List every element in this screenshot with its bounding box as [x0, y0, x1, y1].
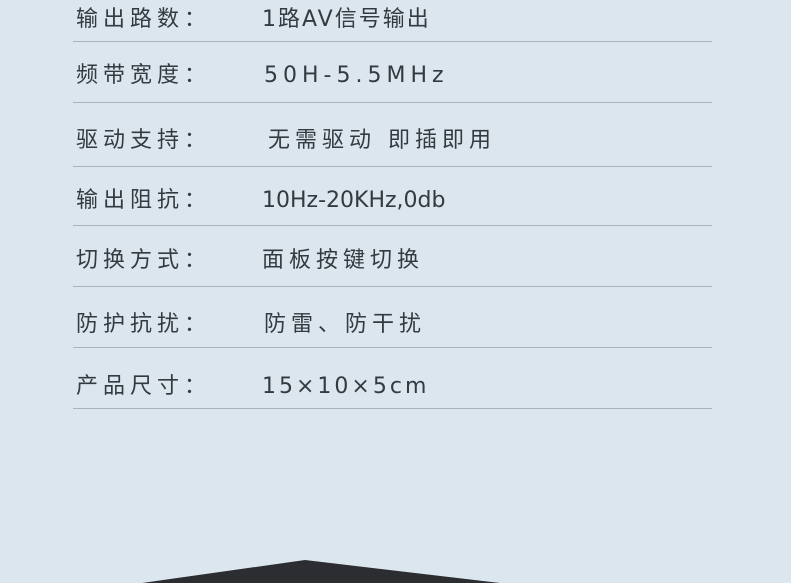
spec-label: 产品尺寸： — [76, 374, 212, 399]
row-divider — [73, 225, 712, 226]
spec-label: 驱动支持： — [76, 128, 212, 153]
row-divider — [73, 102, 712, 103]
row-divider — [73, 166, 712, 167]
spec-label: 防护抗扰： — [76, 312, 212, 337]
spec-value: 防雷、防干扰 — [264, 312, 427, 337]
row-divider — [73, 408, 712, 409]
spec-value: 50H-5.5MHz — [264, 63, 449, 88]
spec-label: 切换方式： — [76, 248, 212, 273]
spec-value: 无需驱动 即插即用 — [268, 128, 496, 153]
spec-value: 10Hz-20KHz,0db — [262, 188, 446, 213]
spec-label: 频带宽度： — [76, 63, 212, 88]
device-top-silhouette — [142, 560, 500, 583]
spec-value: 1路AV信号输出 — [262, 7, 431, 32]
spec-value: 15×10×5cm — [262, 374, 430, 399]
spec-label: 输出阻抗： — [76, 188, 212, 213]
spec-label: 输出路数： — [76, 7, 212, 32]
row-divider — [73, 347, 712, 348]
spec-value: 面板按键切换 — [262, 248, 425, 273]
device-top-shape — [142, 560, 500, 583]
row-divider — [73, 41, 712, 42]
row-divider — [73, 286, 712, 287]
